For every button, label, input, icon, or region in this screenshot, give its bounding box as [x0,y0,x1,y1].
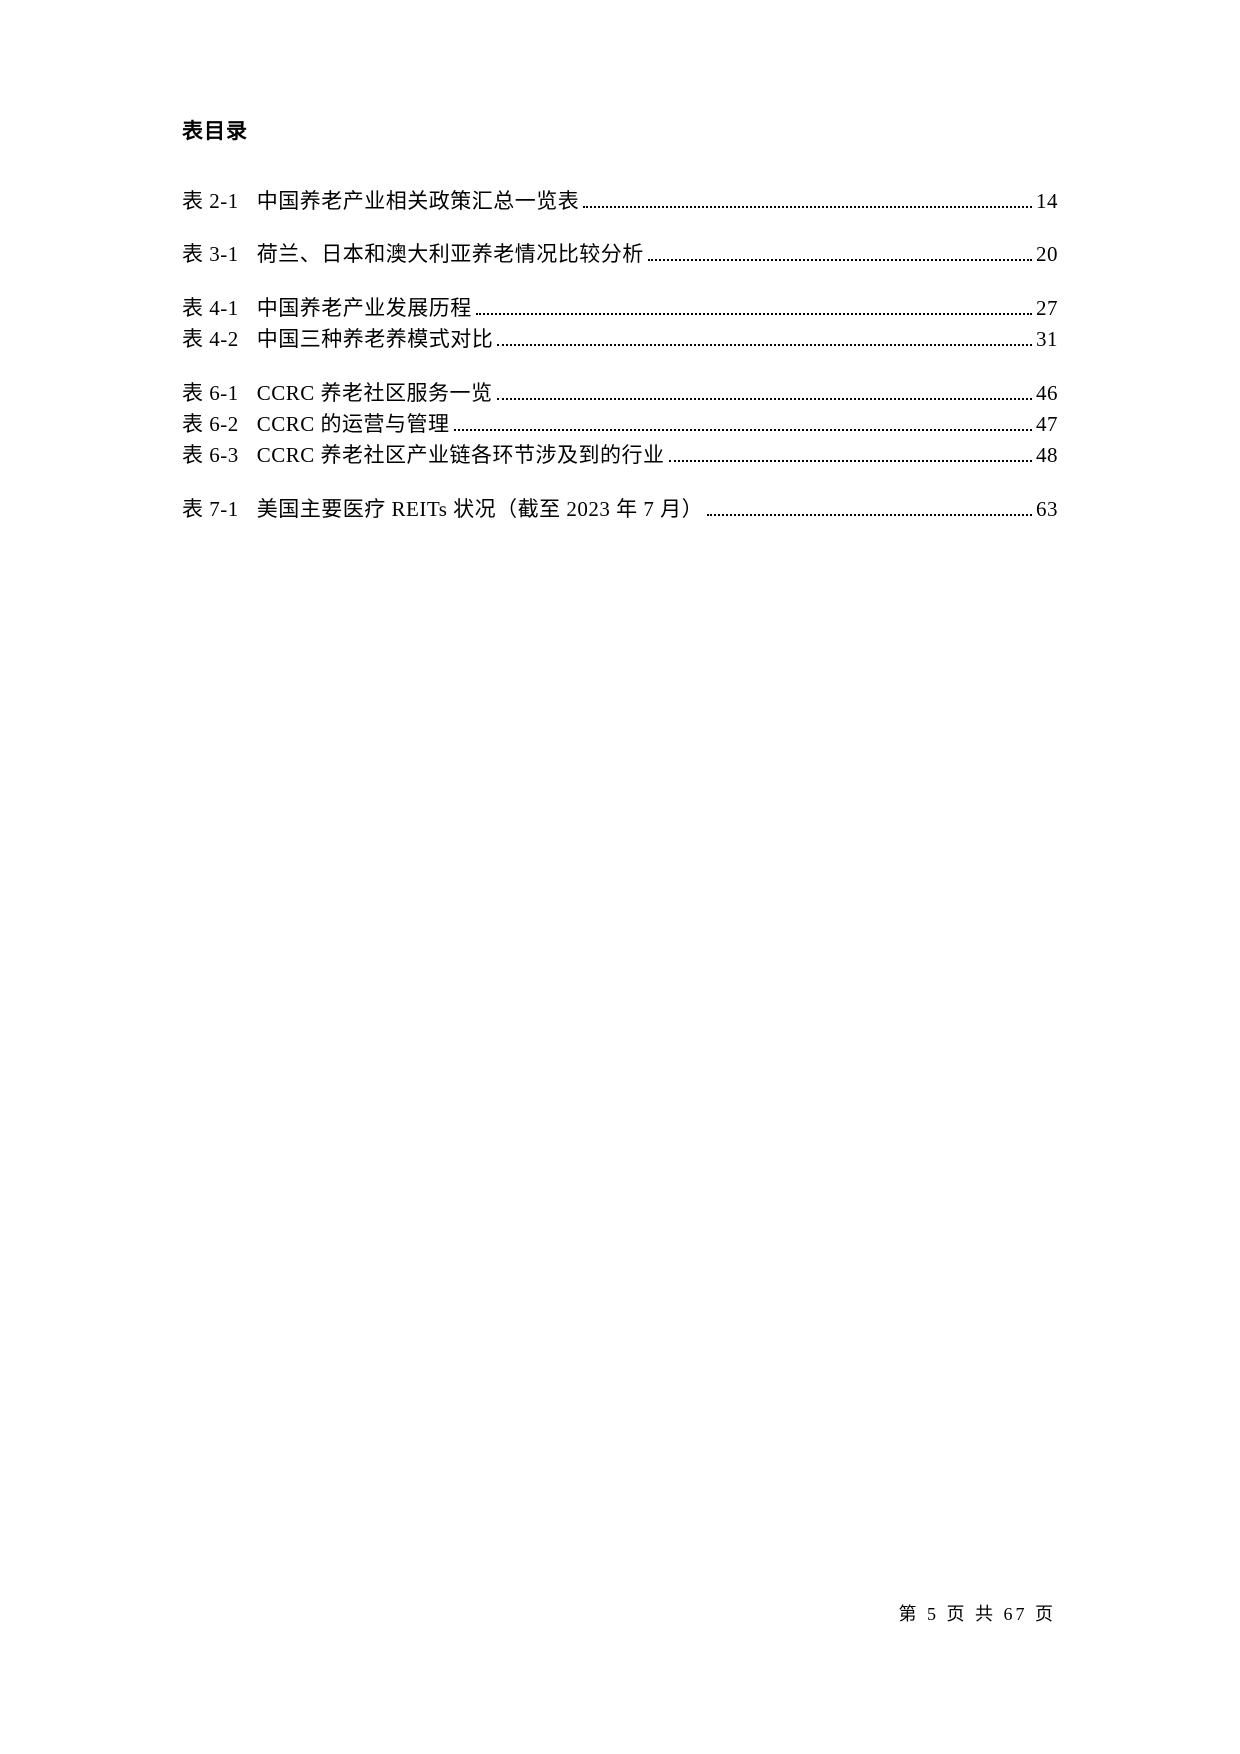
toc-leader-dots [707,514,1032,516]
toc-group: 表 7-1 美国主要医疗 REITs 状况（截至 2023 年 7 月） 63 [182,495,1058,524]
page-content: 表目录 表 2-1 中国养老产业相关政策汇总一览表 14 表 3-1 荷兰、日本和澳大利… [0,0,1240,524]
toc-leader-dots [476,313,1032,315]
toc-entry-label: 表 6-1 [182,379,239,408]
toc-entry-label: 表 7-1 [182,495,239,524]
toc-entry: 表 6-2 CCRC 的运营与管理 47 [182,410,1058,439]
toc-entry-page: 47 [1036,410,1058,439]
footer-total-pages: 67 [1004,1604,1028,1624]
toc-entry-page: 31 [1036,325,1058,354]
toc-group: 表 3-1 荷兰、日本和澳大利亚养老情况比较分析 20 [182,240,1058,269]
footer-current-page: 5 [927,1604,939,1624]
footer-suffix: 页 [1035,1604,1056,1624]
toc-entry-page: 14 [1036,187,1058,216]
toc-entry: 表 3-1 荷兰、日本和澳大利亚养老情况比较分析 20 [182,240,1058,269]
toc-group: 表 6-1CCRC 养老社区服务一览46表 6-2CCRC 的运营与管理47表 … [182,379,1058,471]
toc-entry-title: CCRC 养老社区产业链各环节涉及到的行业 [257,441,665,470]
toc-entry-title: CCRC 养老社区服务一览 [257,379,493,408]
toc-entry-label: 表 6-3 [182,441,239,470]
toc-entry-title: 中国养老产业发展历程 [257,294,472,323]
toc-entry-label: 表 2-1 [182,187,239,216]
toc-entry: 表 4-2 中国三种养老养模式对比 31 [182,325,1058,354]
toc-entry-label: 表 4-1 [182,294,239,323]
toc-leader-dots [497,344,1032,346]
toc-leader-dots [454,429,1032,431]
toc-leader-dots [497,398,1032,400]
footer-mid: 页 共 [947,1604,997,1624]
toc-entry-label: 表 6-2 [182,410,239,439]
toc-group: 表 4-1 中国养老产业发展历程 27 表 4-2 中国三种养老养模式对比 31 [182,294,1058,355]
toc-entry-title: 中国三种养老养模式对比 [257,325,494,354]
footer-prefix: 第 [899,1604,920,1624]
toc-entry-label: 表 3-1 [182,240,239,269]
toc-entry: 表 4-1 中国养老产业发展历程 27 [182,294,1058,323]
toc-entry: 表 6-3 CCRC 养老社区产业链各环节涉及到的行业 48 [182,441,1058,470]
toc-leader-dots [648,259,1032,261]
toc-group: 表 2-1 中国养老产业相关政策汇总一览表 14 [182,187,1058,216]
toc-heading: 表目录 [182,115,1058,145]
toc-entry-title: CCRC 的运营与管理 [257,410,450,439]
toc-entry-title: 美国主要医疗 REITs 状况（截至 2023 年 7 月） [257,495,703,524]
toc-list: 表 2-1 中国养老产业相关政策汇总一览表 14 表 3-1 荷兰、日本和澳大利亚养老情… [182,187,1058,524]
toc-entry-title: 荷兰、日本和澳大利亚养老情况比较分析 [257,240,644,269]
toc-entry-page: 46 [1036,379,1058,408]
page-footer: 第 5 页 共 67 页 [899,1600,1057,1626]
toc-entry: 表 2-1 中国养老产业相关政策汇总一览表 14 [182,187,1058,216]
toc-entry-page: 27 [1036,294,1058,323]
toc-entry: 表 6-1 CCRC 养老社区服务一览 46 [182,379,1058,408]
toc-leader-dots [669,460,1032,462]
toc-entry: 表 7-1 美国主要医疗 REITs 状况（截至 2023 年 7 月） 63 [182,495,1058,524]
toc-entry-label: 表 4-2 [182,325,239,354]
toc-entry-page: 48 [1036,441,1058,470]
toc-entry-title: 中国养老产业相关政策汇总一览表 [257,187,580,216]
toc-entry-page: 63 [1036,495,1058,524]
toc-leader-dots [583,206,1032,208]
toc-entry-page: 20 [1036,240,1058,269]
